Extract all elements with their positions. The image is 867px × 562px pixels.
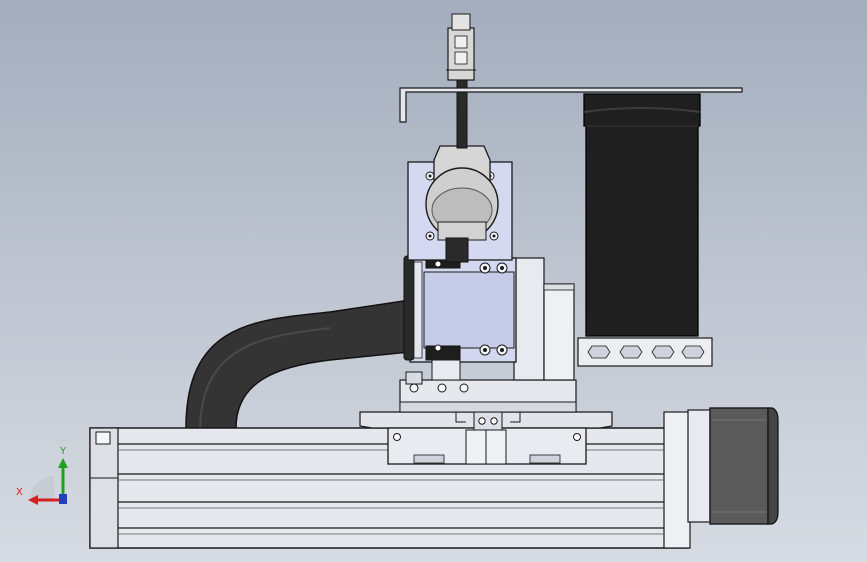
y-axis-arrowhead: [58, 458, 68, 468]
side-bracket: [513, 257, 575, 381]
y-axis-label: Y: [59, 446, 67, 457]
z-axis-marker: [59, 494, 67, 504]
cad-model-drawing: X Y: [16, 13, 779, 549]
coordinate-triad: X Y: [16, 446, 68, 505]
vertical-shaft-connector: [446, 13, 476, 149]
lower-mount-plate: [403, 253, 517, 381]
stepper-motor: [687, 407, 779, 525]
rail-carriage: [359, 411, 613, 465]
cable-drag-chain: [185, 299, 411, 429]
cad-viewport[interactable]: X Y: [0, 0, 867, 562]
belt-wheel: [583, 93, 701, 337]
aluminum-extrusion: [577, 337, 713, 367]
x-axis-label: X: [16, 487, 23, 498]
